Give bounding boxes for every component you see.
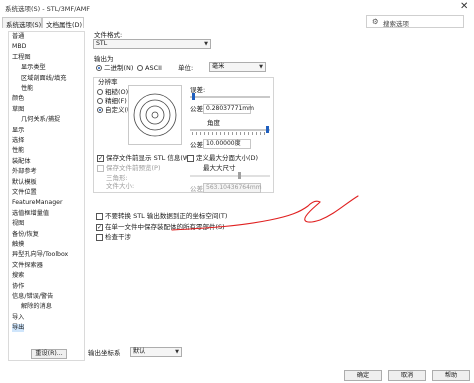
max-side-slider-thumb[interactable] <box>238 172 241 179</box>
max-side-label: 最大大尺寸 <box>203 164 236 172</box>
resolution-preview-image <box>128 85 182 145</box>
preview-checkbox[interactable] <box>97 165 104 172</box>
reset-button[interactable]: 重设(R)... <box>31 349 67 359</box>
resolution-label: 分辨率 <box>97 78 119 86</box>
tree-item[interactable]: 协作 <box>12 283 24 291</box>
tree-item[interactable]: 导入 <box>12 314 24 322</box>
output-coordinate-value: 默认 <box>133 348 146 355</box>
tree-item[interactable]: 性能 <box>12 147 24 155</box>
tolerance-input[interactable]: 0.28037771mm <box>203 104 254 114</box>
no-translate-checkbox[interactable] <box>96 213 103 220</box>
coarse-radio[interactable] <box>97 89 103 95</box>
tab-system-options[interactable]: 系统选项(S) <box>2 17 42 29</box>
angle-slider[interactable] <box>190 129 270 131</box>
show-info-label: 保存文件前显示 STL 信息(W) <box>106 154 192 162</box>
tree-item[interactable]: 异型孔向导/Toolbox <box>12 251 68 259</box>
binary-label: 二进制(N) <box>104 64 134 72</box>
filesize-label: 文件大小: <box>106 182 135 190</box>
cancel-button[interactable]: 取消 <box>388 370 426 381</box>
tree-item[interactable]: 显示 <box>12 127 24 135</box>
show-info-checkbox[interactable]: ✓ <box>97 155 104 162</box>
tree-item[interactable]: 区域剖面线/填充 <box>21 75 66 83</box>
output-coordinate-select[interactable]: 默认 ▼ <box>130 347 182 357</box>
unit-select[interactable]: 毫米 ▼ <box>209 62 266 72</box>
angle-ticks <box>192 132 268 135</box>
angle-input[interactable]: 10.00000度 <box>203 139 251 149</box>
tree-item[interactable]: 选择 <box>12 137 24 145</box>
gear-search-icon: ⚙ <box>372 17 379 26</box>
tab-document-properties[interactable]: 文档属性(D) <box>42 17 84 29</box>
tree-item[interactable]: FeatureManager <box>12 199 63 207</box>
fine-radio[interactable] <box>97 98 103 104</box>
tree-item[interactable]: 导出 <box>12 324 25 333</box>
triangles-label: 三角形: <box>106 174 128 182</box>
close-icon[interactable]: ✕ <box>460 1 468 12</box>
tree-item[interactable]: 默认模板 <box>12 179 37 187</box>
tree-item[interactable]: 文件位置 <box>12 189 37 197</box>
file-format-label: 文件格式: <box>94 31 123 39</box>
custom-radio[interactable] <box>97 107 103 113</box>
max-side-slider[interactable] <box>190 175 270 177</box>
tree-item[interactable]: 普通 <box>12 33 24 41</box>
tree-item[interactable]: 信息/错误/警告 <box>12 293 53 301</box>
ascii-radio[interactable] <box>137 65 143 71</box>
tree-item[interactable]: 触摸 <box>12 241 24 249</box>
tree-item[interactable]: 备份/恢复 <box>12 231 39 239</box>
file-format-value: STL <box>96 40 108 47</box>
tree-item[interactable]: 颜色 <box>12 95 24 103</box>
unit-value: 毫米 <box>212 63 225 70</box>
title-bar: 系统选项(S) - STL/3MF/AMF ✕ <box>0 0 474 14</box>
unit-label: 单位: <box>178 64 194 72</box>
preview-label: 保存文件前预览(P) <box>106 164 161 172</box>
search-placeholder: 搜索选项 <box>383 20 409 28</box>
deviation-slider[interactable] <box>190 96 270 98</box>
options-tree[interactable]: 普通 MBD 工程图 显示类型 区域剖面线/填充 性能 颜色 草图 几何关系/捕捉 显示 选择 性能装… <box>8 31 85 361</box>
search-input[interactable]: ⚙ 搜索选项 <box>366 15 464 28</box>
fine-label: 精细(F) <box>105 97 127 105</box>
tree-item[interactable]: 选值框增量值 <box>12 210 49 218</box>
single-file-checkbox[interactable]: ✓ <box>96 224 103 231</box>
tree-item[interactable]: 草图 <box>12 106 24 114</box>
tree-item[interactable]: 性能 <box>21 85 33 93</box>
chevron-down-icon: ▼ <box>175 349 179 355</box>
red-annotation-stroke <box>171 195 359 231</box>
tree-item[interactable]: 解除的消息 <box>21 303 52 311</box>
tree-item[interactable]: 几何关系/捕捉 <box>21 116 60 124</box>
check-interference-checkbox[interactable] <box>96 234 103 241</box>
tree-item[interactable]: 工程图 <box>12 54 31 62</box>
deviation-slider-thumb[interactable] <box>192 93 195 100</box>
tree-item[interactable]: MBD <box>12 43 26 51</box>
chevron-down-icon: ▼ <box>259 64 263 70</box>
coarse-label: 粗糙(O) <box>105 88 129 96</box>
output-label: 输出为 <box>94 55 114 63</box>
angle-label: 角度 <box>207 119 220 127</box>
check-interference-label: 检查干涉 <box>105 233 131 241</box>
tree-item[interactable]: 视图 <box>12 220 24 228</box>
help-button[interactable]: 帮助 <box>432 370 470 381</box>
tree-item[interactable]: 搜索 <box>12 272 24 280</box>
chevron-down-icon: ▼ <box>204 41 208 47</box>
max-side-checkbox[interactable] <box>187 155 194 162</box>
window-title: 系统选项(S) - STL/3MF/AMF <box>5 5 91 13</box>
file-format-select[interactable]: STL ▼ <box>93 39 211 49</box>
tree-item[interactable]: 外部参考 <box>12 168 37 176</box>
ok-button[interactable]: 确定 <box>344 370 382 381</box>
max-side-checkbox-label: 定义最大分面大小(D) <box>196 154 259 162</box>
tree-item[interactable]: 显示类型 <box>21 64 46 72</box>
output-coordinate-label: 输出坐标系 <box>88 349 121 357</box>
ascii-label: ASCII <box>145 64 162 72</box>
binary-radio[interactable] <box>96 65 102 71</box>
tree-item[interactable]: 装配体 <box>12 158 31 166</box>
tree-item[interactable]: 文件探索器 <box>12 262 43 270</box>
